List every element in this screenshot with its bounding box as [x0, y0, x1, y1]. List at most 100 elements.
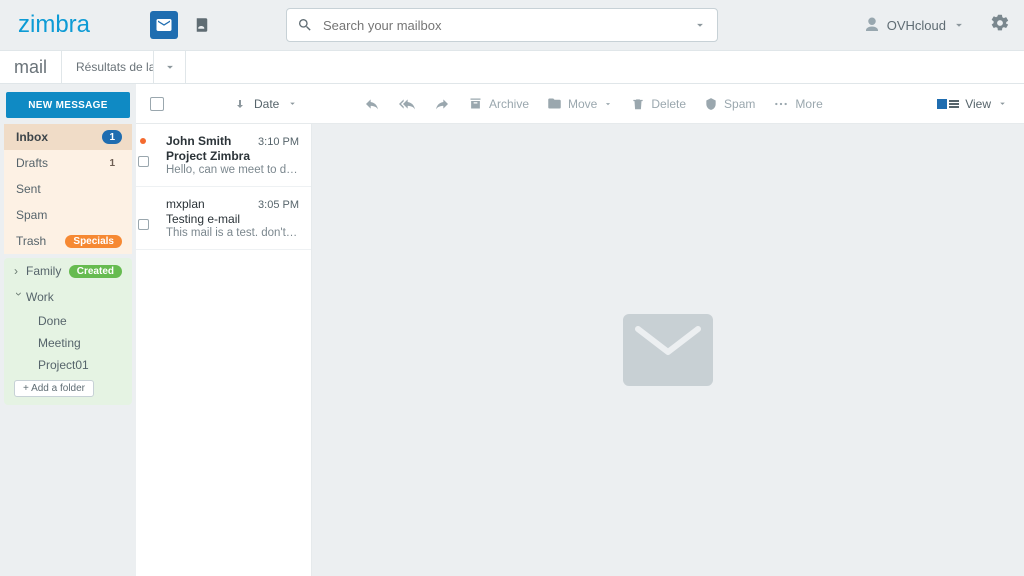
add-folder-button[interactable]: + Add a folder — [14, 380, 94, 397]
preview-pane — [312, 124, 1024, 576]
more-button[interactable]: More — [773, 97, 822, 111]
archive-button[interactable]: Archive — [468, 96, 529, 111]
archive-label: Archive — [489, 97, 529, 111]
message-preview: This mail is a test. don't reply — [166, 227, 299, 239]
delete-button[interactable]: Delete — [631, 97, 686, 111]
tab-search-results[interactable]: Résultats de la … — [62, 51, 154, 83]
folder-label: Trash — [16, 234, 46, 248]
drafts-count: 1 — [102, 156, 122, 170]
message-checkbox[interactable] — [138, 219, 149, 230]
select-all-checkbox[interactable] — [150, 97, 164, 111]
chevron-down-icon — [287, 98, 298, 109]
person-icon — [863, 16, 881, 34]
app-body: NEW MESSAGE Inbox 1 Drafts 1 Sent Spam T… — [0, 84, 1024, 576]
sort-label: Date — [254, 97, 279, 111]
reply-all-button[interactable] — [398, 96, 416, 112]
folder-spam[interactable]: Spam — [4, 202, 132, 228]
shield-icon — [704, 97, 718, 111]
message-checkbox[interactable] — [138, 156, 149, 167]
created-badge: Created — [69, 265, 122, 278]
message-preview: Hello, can we meet to discus… — [166, 164, 299, 176]
tab-dropdown[interactable] — [154, 51, 186, 83]
folder-label: Family — [26, 264, 61, 278]
move-button[interactable]: Move — [547, 96, 613, 111]
tab-mail[interactable]: mail — [0, 51, 62, 83]
mail-app-icon[interactable] — [150, 11, 178, 39]
chevron-down-icon — [603, 99, 613, 109]
caret-down-icon — [952, 18, 966, 32]
chevron-down-icon — [163, 60, 177, 74]
sort-menu[interactable]: Date — [234, 97, 298, 111]
folder-label: Inbox — [16, 130, 48, 144]
folder-drafts[interactable]: Drafts 1 — [4, 150, 132, 176]
forward-button[interactable] — [434, 96, 450, 112]
message-time: 3:05 PM — [258, 199, 299, 211]
more-icon — [773, 97, 789, 111]
message-from: mxplan — [166, 197, 258, 211]
chevron-right-icon: › — [14, 264, 24, 278]
user-folders: › Family Created › Work Done Meeting Pro… — [4, 258, 132, 405]
folder-icon — [547, 96, 562, 111]
message-time: 3:10 PM — [258, 136, 299, 148]
archive-icon — [468, 96, 483, 111]
chevron-down-icon[interactable] — [693, 18, 707, 32]
settings-button[interactable] — [990, 13, 1010, 38]
spam-label: Spam — [724, 97, 755, 111]
message-subject: Testing e-mail — [166, 212, 299, 226]
message-item[interactable]: mxplan 3:05 PM Testing e-mail This mail … — [136, 187, 311, 250]
delete-label: Delete — [651, 97, 686, 111]
trash-icon — [631, 97, 645, 111]
message-from: John Smith — [166, 134, 258, 148]
toolbar-actions: Archive Move Delete Spam — [364, 96, 937, 112]
folder-label: Drafts — [16, 156, 48, 170]
folder-work-meeting[interactable]: Meeting — [4, 332, 132, 354]
unread-dot-icon — [140, 138, 146, 144]
gear-icon — [990, 13, 1010, 33]
new-message-button[interactable]: NEW MESSAGE — [6, 92, 130, 118]
system-folders: Inbox 1 Drafts 1 Sent Spam Trash Special… — [4, 124, 132, 254]
folder-inbox[interactable]: Inbox 1 — [4, 124, 132, 150]
folder-sent[interactable]: Sent — [4, 176, 132, 202]
reply-all-icon — [398, 96, 416, 112]
list-toolbar: Date Archive Move — [136, 84, 1024, 124]
content-area: Date Archive Move — [136, 84, 1024, 576]
empty-envelope-icon — [623, 314, 713, 386]
folder-label: Spam — [16, 208, 47, 222]
move-label: Move — [568, 97, 597, 111]
split-pane: John Smith 3:10 PM Project Zimbra Hello,… — [136, 124, 1024, 576]
view-panel-icon — [937, 99, 947, 109]
search-box[interactable] — [286, 8, 718, 42]
tabs-bar: mail Résultats de la … — [0, 50, 1024, 84]
spam-button[interactable]: Spam — [704, 97, 755, 111]
folder-label: Work — [26, 290, 54, 304]
view-label: View — [965, 97, 991, 111]
zimbra-logo: zimbra — [18, 11, 90, 39]
chevron-down-icon: › — [12, 292, 26, 302]
message-item[interactable]: John Smith 3:10 PM Project Zimbra Hello,… — [136, 124, 311, 187]
folder-family[interactable]: › Family Created — [4, 258, 132, 284]
specials-badge: Specials — [65, 235, 122, 248]
user-name: OVHcloud — [887, 18, 946, 33]
forward-icon — [434, 96, 450, 112]
reply-button[interactable] — [364, 96, 380, 112]
folder-work[interactable]: › Work — [4, 284, 132, 310]
unread-count: 1 — [102, 130, 122, 144]
message-subject: Project Zimbra — [166, 149, 299, 163]
chevron-down-icon — [997, 98, 1008, 109]
contacts-app-icon[interactable] — [188, 11, 216, 39]
user-menu[interactable]: OVHcloud — [863, 16, 966, 34]
message-list: John Smith 3:10 PM Project Zimbra Hello,… — [136, 124, 312, 576]
sidebar: NEW MESSAGE Inbox 1 Drafts 1 Sent Spam T… — [0, 84, 136, 576]
folder-label: Sent — [16, 182, 41, 196]
folder-trash[interactable]: Trash Specials — [4, 228, 132, 254]
folder-work-project01[interactable]: Project01 — [4, 354, 132, 376]
view-menu[interactable]: View — [937, 97, 1008, 111]
folder-work-done[interactable]: Done — [4, 310, 132, 332]
app-header: zimbra OVHcloud — [0, 0, 1024, 50]
arrow-down-icon — [234, 98, 246, 110]
search-input[interactable] — [323, 18, 707, 33]
search-icon — [297, 17, 313, 33]
more-label: More — [795, 97, 822, 111]
reply-icon — [364, 96, 380, 112]
view-list-icon — [949, 99, 959, 109]
